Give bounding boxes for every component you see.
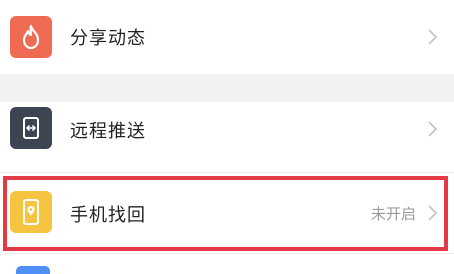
phone-location-icon (10, 191, 52, 233)
partial-blue-icon (16, 266, 50, 274)
menu-item-share-moments[interactable]: 分享动态 (0, 0, 454, 74)
chevron-right-icon (428, 205, 438, 221)
chevron-right-icon (428, 121, 438, 137)
menu-item-phone-recovery[interactable]: 手机找回 未开启 (0, 173, 454, 253)
remote-push-icon (10, 107, 52, 149)
menu-item-label: 远程推送 (70, 121, 146, 142)
menu-item-label: 手机找回 (70, 205, 146, 226)
menu-item-partial[interactable] (0, 254, 454, 274)
section-separator (0, 74, 454, 102)
flame-icon (10, 16, 52, 58)
menu-item-remote-push[interactable]: 远程推送 (0, 102, 454, 172)
chevron-right-icon (428, 29, 438, 45)
status-text: 未开启 (370, 205, 416, 223)
menu-item-label: 分享动态 (70, 28, 146, 49)
